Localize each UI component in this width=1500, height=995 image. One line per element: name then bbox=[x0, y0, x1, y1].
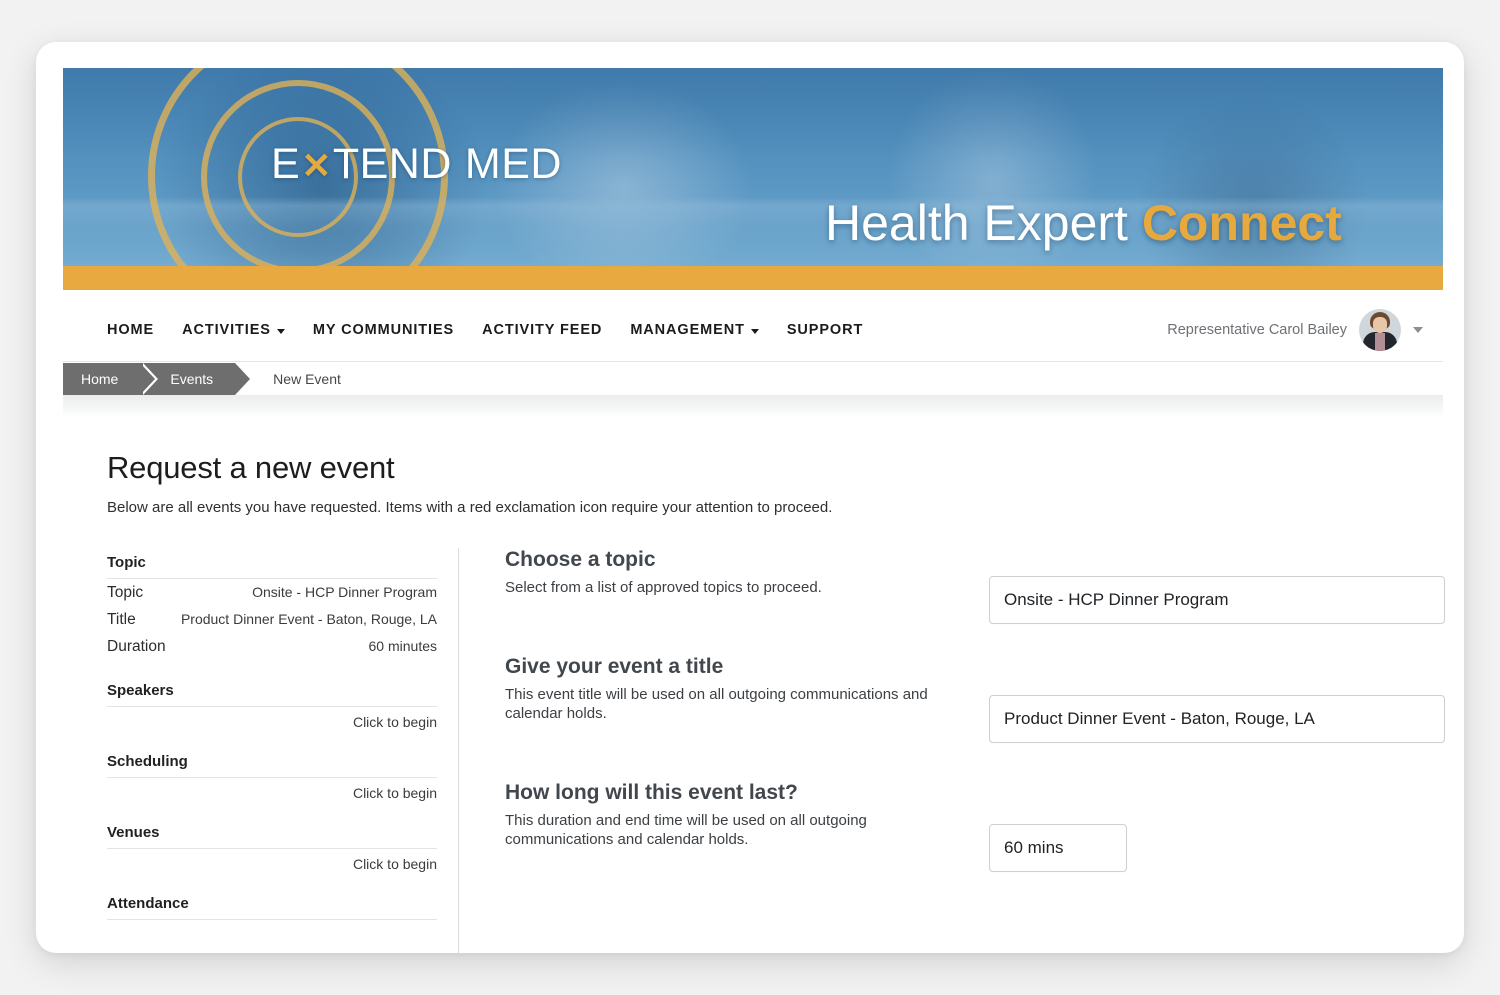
application-window: E ✕ TEND MED Health Expert Connect HOME … bbox=[36, 42, 1464, 953]
page-title: Request a new event bbox=[107, 450, 395, 485]
page-content: Topic Topic Onsite - HCP Dinner Program … bbox=[107, 548, 1464, 953]
answer-topic: Onsite - HCP Dinner Program bbox=[989, 548, 1445, 624]
summary-section-heading: Venues bbox=[107, 818, 437, 849]
logo-x-icon: ✕ bbox=[301, 145, 332, 186]
summary-section-topic: Topic Topic Onsite - HCP Dinner Program … bbox=[107, 548, 437, 660]
breadcrumb-label: Events bbox=[170, 371, 214, 387]
summary-section-heading: Speakers bbox=[107, 676, 437, 707]
summary-row-topic: Topic Onsite - HCP Dinner Program bbox=[107, 579, 437, 606]
user-menu[interactable]: Representative Carol Bailey bbox=[1167, 308, 1443, 351]
breadcrumb-separator-icon bbox=[143, 363, 159, 395]
nav-item-label: ACTIVITY FEED bbox=[482, 321, 603, 338]
breadcrumb-label: Home bbox=[81, 371, 119, 387]
main-navigation: HOME ACTIVITIES MY COMMUNITIES ACTIVITY … bbox=[63, 298, 1443, 362]
summary-row-value: Product Dinner Event - Baton, Rouge, LA bbox=[180, 611, 437, 627]
summary-row-key: Topic bbox=[107, 584, 144, 601]
chevron-down-icon bbox=[276, 328, 285, 334]
answer-title: Product Dinner Event - Baton, Rouge, LA bbox=[989, 681, 1445, 743]
summary-section-speakers: Speakers Click to begin bbox=[107, 676, 437, 743]
nav-item-label: MY COMMUNITIES bbox=[312, 321, 455, 338]
nav-item-activity-feed[interactable]: ACTIVITY FEED bbox=[482, 322, 602, 338]
summary-row-key: Duration bbox=[107, 638, 166, 655]
avatar-shirt bbox=[1375, 332, 1385, 351]
summary-section-heading: Scheduling bbox=[107, 747, 437, 778]
nav-item-management[interactable]: MANAGEMENT bbox=[630, 322, 759, 338]
nav-links: HOME ACTIVITIES MY COMMUNITIES ACTIVITY … bbox=[63, 322, 863, 338]
summary-section-heading: Attendance bbox=[107, 889, 437, 920]
nav-item-support[interactable]: SUPPORT bbox=[787, 322, 863, 338]
question-title: How long will this event last? bbox=[505, 780, 798, 804]
question-description: This duration and end time will be used … bbox=[505, 811, 867, 849]
summary-section-scheduling: Scheduling Click to begin bbox=[107, 747, 437, 814]
user-name-label: Representative Carol Bailey bbox=[1167, 321, 1347, 338]
summary-row-value: 60 minutes bbox=[368, 638, 437, 654]
summary-action-venues[interactable]: Click to begin bbox=[107, 849, 437, 885]
nav-item-activities[interactable]: ACTIVITIES bbox=[182, 322, 285, 338]
duration-select[interactable]: 60 mins bbox=[989, 824, 1127, 872]
question-choose-topic: Choose a topic Select from a list of app… bbox=[505, 548, 975, 598]
summary-row-value: Onsite - HCP Dinner Program bbox=[252, 584, 437, 600]
logo-word-tend: TEND bbox=[332, 140, 452, 188]
breadcrumb-shadow-band bbox=[63, 395, 1443, 417]
avatar-face bbox=[1373, 316, 1387, 333]
nav-item-home[interactable]: HOME bbox=[107, 322, 154, 338]
chevron-down-icon bbox=[750, 328, 759, 334]
topic-select[interactable]: Onsite - HCP Dinner Program bbox=[989, 576, 1445, 624]
summary-row-title: Title Product Dinner Event - Baton, Roug… bbox=[107, 606, 437, 633]
banner-headline: Health Expert Connect bbox=[825, 194, 1342, 252]
summary-action-speakers[interactable]: Click to begin bbox=[107, 707, 437, 743]
nav-item-my-communities[interactable]: MY COMMUNITIES bbox=[313, 322, 454, 338]
nav-item-label: HOME bbox=[107, 321, 155, 338]
summary-section-attendance: Attendance bbox=[107, 889, 437, 920]
nav-item-label: MANAGEMENT bbox=[630, 321, 745, 338]
summary-spacer bbox=[107, 664, 437, 676]
event-title-input[interactable]: Product Dinner Event - Baton, Rouge, LA bbox=[989, 695, 1445, 743]
form-question-list: Choose a topic Select from a list of app… bbox=[505, 548, 975, 953]
extendmed-logo: E ✕ TEND MED bbox=[271, 140, 562, 189]
answer-duration: 60 mins bbox=[989, 800, 1445, 872]
breadcrumb-item-home[interactable]: Home bbox=[63, 363, 159, 395]
question-description: This event title will be used on all out… bbox=[505, 685, 928, 723]
summary-action-scheduling[interactable]: Click to begin bbox=[107, 778, 437, 814]
summary-row-duration: Duration 60 minutes bbox=[107, 633, 437, 660]
site-banner: E ✕ TEND MED Health Expert Connect bbox=[63, 68, 1443, 290]
question-title: Give your event a title bbox=[505, 654, 724, 678]
chevron-down-icon[interactable] bbox=[1413, 326, 1423, 333]
avatar[interactable] bbox=[1359, 308, 1401, 351]
breadcrumb-label: New Event bbox=[273, 371, 341, 387]
banner-gold-divider bbox=[63, 266, 1443, 290]
page-subtitle: Below are all events you have requested.… bbox=[107, 499, 833, 516]
question-event-duration: How long will this event last? This dura… bbox=[505, 781, 975, 850]
nav-item-label: SUPPORT bbox=[786, 321, 864, 338]
question-title: Choose a topic bbox=[505, 548, 656, 571]
question-event-title: Give your event a title This event title… bbox=[505, 655, 975, 724]
logo-word-med: MED bbox=[464, 140, 562, 188]
nav-item-label: ACTIVITIES bbox=[182, 321, 271, 338]
question-description: Select from a list of approved topics to… bbox=[505, 579, 822, 596]
page-header: Request a new event Below are all events… bbox=[107, 450, 1407, 516]
form-answer-list: Onsite - HCP Dinner Program Product Dinn… bbox=[975, 548, 1445, 953]
event-summary-panel: Topic Topic Onsite - HCP Dinner Program … bbox=[107, 548, 459, 953]
logo-letter-e: E bbox=[271, 140, 301, 188]
banner-headline-accent: Connect bbox=[1141, 195, 1342, 251]
breadcrumb-separator-icon bbox=[238, 363, 254, 395]
summary-section-venues: Venues Click to begin bbox=[107, 818, 437, 885]
summary-row-key: Title bbox=[107, 611, 136, 628]
banner-headline-primary: Health Expert bbox=[825, 195, 1142, 251]
summary-section-heading: Topic bbox=[107, 548, 437, 579]
event-form: Choose a topic Select from a list of app… bbox=[459, 548, 1464, 953]
breadcrumb: Home Events New Event bbox=[63, 363, 1443, 395]
